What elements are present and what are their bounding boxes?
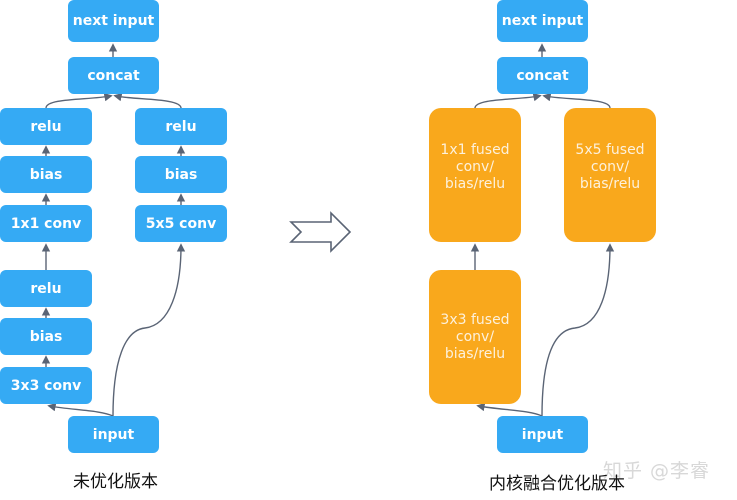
node-5x5-conv: 5x5 conv bbox=[135, 205, 227, 242]
node-3x3-fused-conv-bias-relu: 3x3 fused conv/ bias/relu bbox=[429, 270, 521, 404]
node-relu-1x1-branch: relu bbox=[0, 108, 92, 145]
edge-r-1x1-to-concat bbox=[474, 93, 542, 109]
node-bias-1x1-branch: bias bbox=[0, 156, 92, 193]
node-concat: concat bbox=[68, 57, 159, 94]
node-input: input bbox=[68, 416, 159, 453]
edge-relu-a-to-concat bbox=[45, 92, 113, 109]
edge-input-to-conv-b bbox=[112, 243, 186, 417]
node-bias-5x5-branch: bias bbox=[135, 156, 227, 193]
node-next-input: next input bbox=[68, 0, 159, 42]
caption-kernel-fusion: 内核融合优化版本 bbox=[489, 474, 625, 494]
hollow-right-arrow-icon bbox=[289, 211, 352, 253]
node-3x3-conv: 3x3 conv bbox=[0, 367, 92, 404]
node-relu-5x5-branch: relu bbox=[135, 108, 227, 145]
edge-r-input-to-5x5 bbox=[541, 243, 615, 417]
node-input-fused: input bbox=[497, 416, 588, 453]
node-1x1-conv: 1x1 conv bbox=[0, 205, 92, 242]
edge-input-to-conv-c bbox=[47, 402, 114, 417]
node-1x1-fused-conv-bias-relu: 1x1 fused conv/ bias/relu bbox=[429, 108, 521, 242]
edge-r-input-to-3x3 bbox=[476, 402, 543, 417]
edge-relu-b-to-concat bbox=[113, 93, 182, 109]
node-5x5-fused-conv-bias-relu: 5x5 fused conv/ bias/relu bbox=[564, 108, 656, 242]
node-relu-3x3-branch: relu bbox=[0, 270, 92, 307]
node-bias-3x3-branch: bias bbox=[0, 318, 92, 355]
node-next-input-fused: next input bbox=[497, 0, 588, 42]
edge-r-5x5-to-concat bbox=[542, 92, 611, 109]
node-concat-fused: concat bbox=[497, 57, 588, 94]
caption-unoptimized: 未优化版本 bbox=[73, 472, 158, 492]
